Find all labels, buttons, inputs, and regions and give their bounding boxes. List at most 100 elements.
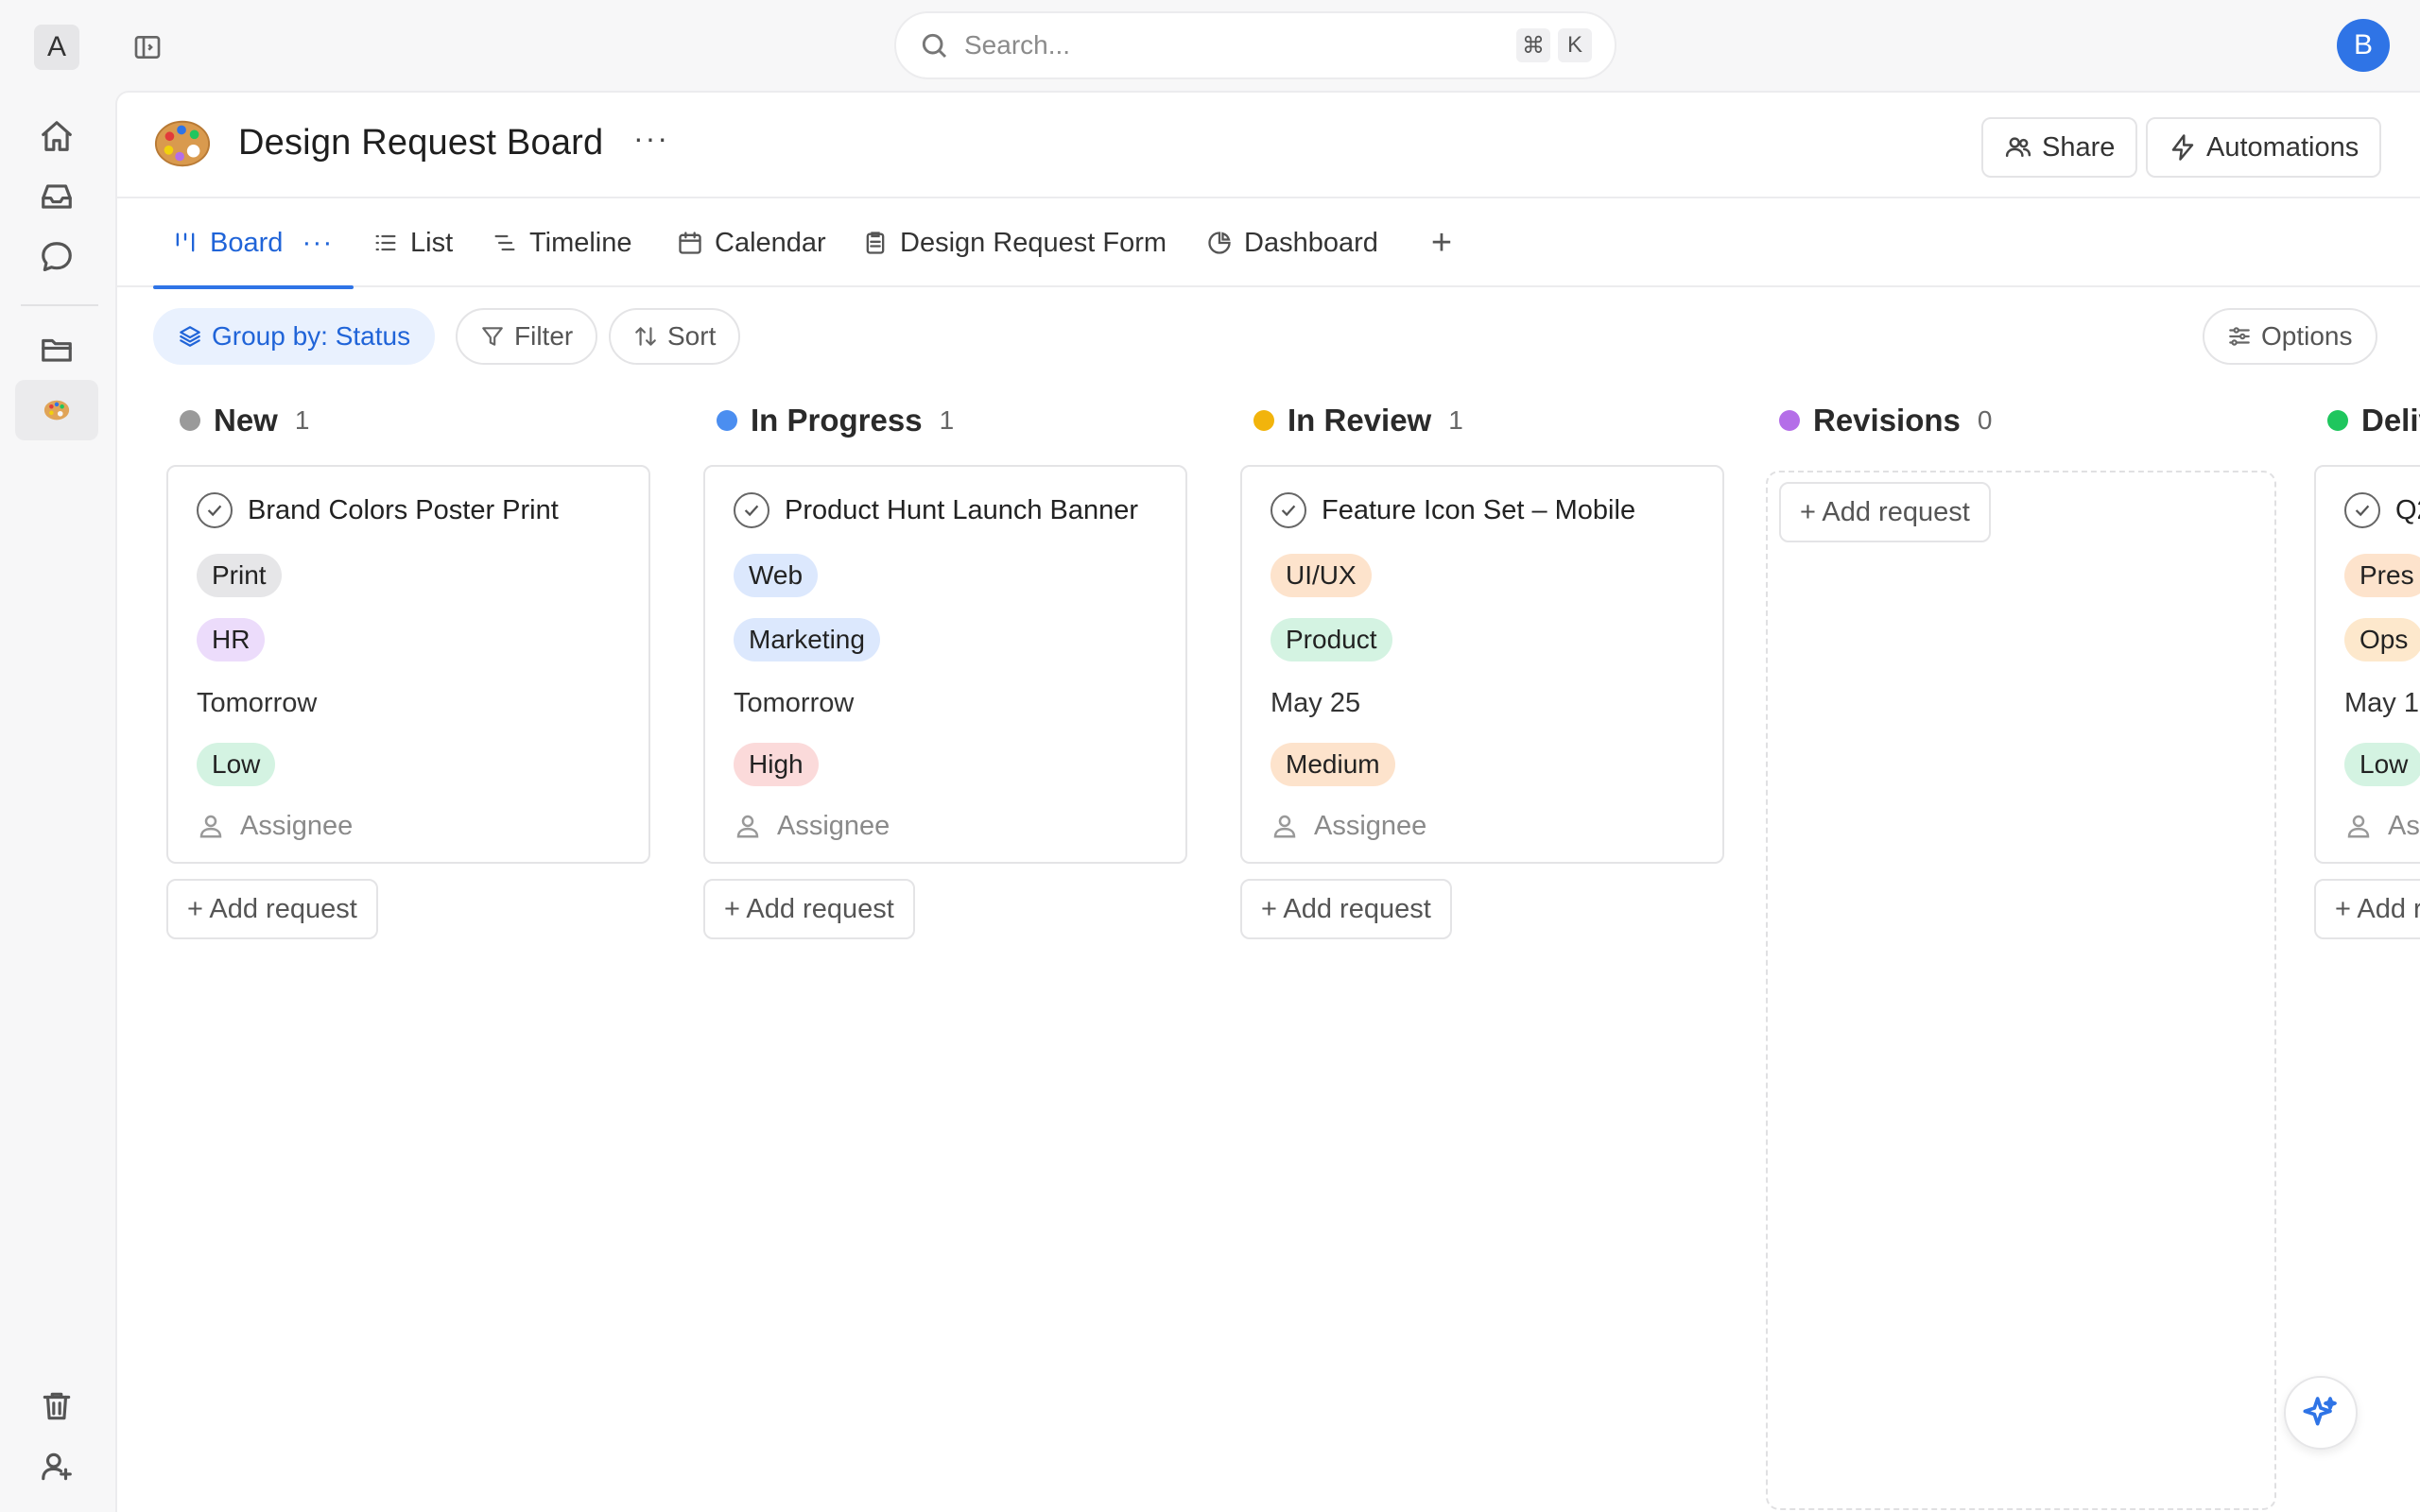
type-tag: UI/UX xyxy=(1270,554,1372,597)
assignee-field[interactable]: Assignee xyxy=(197,807,620,845)
group-by-button[interactable]: Group by: Status xyxy=(153,308,436,365)
column-delivered: Deliv Q2 Pres Ops May 1 Low As + Add r xyxy=(2314,378,2420,939)
status-dot xyxy=(717,410,737,431)
left-rail: A xyxy=(0,0,115,1512)
page-title: Design Request Board xyxy=(238,123,604,163)
tab-design-request-form[interactable]: Design Request Form xyxy=(862,198,1167,287)
assignee-field[interactable]: As xyxy=(2344,807,2420,845)
add-user-icon[interactable] xyxy=(26,1436,87,1497)
type-tag: Print xyxy=(197,554,282,597)
folder-icon[interactable] xyxy=(26,319,87,380)
complete-checkbox[interactable] xyxy=(734,492,769,528)
priority-tag: Medium xyxy=(1270,743,1395,786)
add-request-button[interactable]: + Add r xyxy=(2314,879,2420,939)
tab-label: Board xyxy=(210,227,284,258)
page-more-menu[interactable]: ··· xyxy=(633,121,669,156)
complete-checkbox[interactable] xyxy=(2344,492,2380,528)
tab-board[interactable]: Board ··· xyxy=(153,198,354,289)
check-icon xyxy=(1281,505,1296,517)
share-label: Share xyxy=(2042,131,2116,163)
complete-checkbox[interactable] xyxy=(1270,492,1306,528)
home-icon[interactable] xyxy=(26,106,87,166)
search-bar[interactable]: ⌘ K xyxy=(894,11,1616,79)
sidebar-toggle-icon[interactable] xyxy=(127,26,168,68)
share-button[interactable]: Share xyxy=(1981,117,2138,178)
priority-tag: High xyxy=(734,743,819,786)
request-card[interactable]: Brand Colors Poster Print Print HR Tomor… xyxy=(166,465,650,864)
add-request-button[interactable]: + Add request xyxy=(703,879,915,939)
check-icon xyxy=(744,505,759,517)
due-date: May 25 xyxy=(1270,688,1361,718)
request-card[interactable]: Product Hunt Launch Banner Web Marketing… xyxy=(703,465,1187,864)
palette-icon[interactable] xyxy=(15,380,98,440)
ai-assistant-button[interactable] xyxy=(2284,1376,2358,1450)
workspace-switcher[interactable]: A xyxy=(34,25,79,70)
trash-icon[interactable] xyxy=(26,1376,87,1436)
request-card[interactable]: Feature Icon Set – Mobile UI/UX Product … xyxy=(1240,465,1724,864)
column-count: 1 xyxy=(939,405,955,435)
tab-dashboard[interactable]: Dashboard xyxy=(1206,198,1378,287)
status-dot xyxy=(1779,410,1800,431)
person-icon xyxy=(1273,815,1296,838)
lightning-icon xyxy=(2171,134,2194,161)
assignee-placeholder: Assignee xyxy=(240,810,354,841)
add-request-button[interactable]: + Add request xyxy=(1240,879,1452,939)
sort-icon xyxy=(635,327,656,346)
search-input[interactable] xyxy=(964,30,1516,60)
tab-board-more[interactable]: ··· xyxy=(302,227,333,259)
tab-label: Design Request Form xyxy=(900,227,1167,258)
column-name: In Progress xyxy=(751,403,923,438)
empty-drop-zone[interactable]: + Add request xyxy=(1766,471,2276,1510)
priority-tag: Low xyxy=(197,743,276,786)
due-date: Tomorrow xyxy=(734,688,855,718)
add-request-button[interactable]: + Add request xyxy=(166,879,378,939)
check-icon xyxy=(207,505,222,517)
options-label: Options xyxy=(2261,321,2353,351)
column-header[interactable]: Deliv xyxy=(2314,378,2420,463)
add-view-button[interactable]: + xyxy=(1418,219,1465,266)
check-icon xyxy=(2355,505,2370,517)
automations-button[interactable]: Automations xyxy=(2146,117,2382,178)
person-icon xyxy=(736,815,759,838)
column-header[interactable]: New 1 xyxy=(166,378,650,463)
calendar-icon xyxy=(679,232,701,254)
column-in-progress: In Progress 1 Product Hunt Launch Banner… xyxy=(703,378,1187,939)
sliders-icon xyxy=(2229,327,2250,346)
card-title: Brand Colors Poster Print xyxy=(248,494,559,525)
card-title: Product Hunt Launch Banner xyxy=(785,494,1139,525)
type-tag: Pres xyxy=(2344,554,2420,597)
assignee-field[interactable]: Assignee xyxy=(1270,807,1694,845)
column-header[interactable]: In Progress 1 xyxy=(703,378,1187,463)
options-button[interactable]: Options xyxy=(2203,308,2377,365)
complete-checkbox[interactable] xyxy=(197,492,233,528)
column-name: Revisions xyxy=(1813,403,1961,438)
tab-calendar[interactable]: Calendar xyxy=(677,198,826,287)
column-count: 0 xyxy=(1977,405,1993,435)
card-title: Q2 xyxy=(2395,494,2420,525)
request-card[interactable]: Q2 Pres Ops May 1 Low As xyxy=(2314,465,2420,864)
add-request-button[interactable]: + Add request xyxy=(1779,482,1991,542)
status-dot xyxy=(2327,410,2348,431)
chat-icon[interactable] xyxy=(26,227,87,287)
sort-button[interactable]: Sort xyxy=(609,308,741,365)
page-header: Design Request Board ··· Share Automatio… xyxy=(117,93,2420,198)
type-tag: Web xyxy=(734,554,819,597)
tab-list[interactable]: List xyxy=(372,198,453,287)
search-shortcut: ⌘ K xyxy=(1516,28,1592,62)
priority-tag: Low xyxy=(2344,743,2420,786)
column-header[interactable]: In Review 1 xyxy=(1240,378,1724,463)
tab-label: Calendar xyxy=(715,227,826,258)
tab-timeline[interactable]: Timeline xyxy=(492,198,632,287)
view-tabs: Board ··· List Timeline Calendar Design … xyxy=(117,198,2420,289)
tab-label: Timeline xyxy=(529,227,632,258)
user-avatar[interactable]: B xyxy=(2337,19,2390,72)
filter-label: Filter xyxy=(514,321,574,351)
filter-button[interactable]: Filter xyxy=(456,308,598,365)
column-count: 1 xyxy=(294,405,310,435)
assignee-field[interactable]: Assignee xyxy=(734,807,1157,845)
column-name: New xyxy=(214,403,278,438)
inbox-icon[interactable] xyxy=(26,166,87,227)
board-toolbar: Group by: Status Filter Sort Options xyxy=(117,287,2420,378)
sort-label: Sort xyxy=(667,321,717,351)
column-header[interactable]: Revisions 0 xyxy=(1766,378,2280,463)
